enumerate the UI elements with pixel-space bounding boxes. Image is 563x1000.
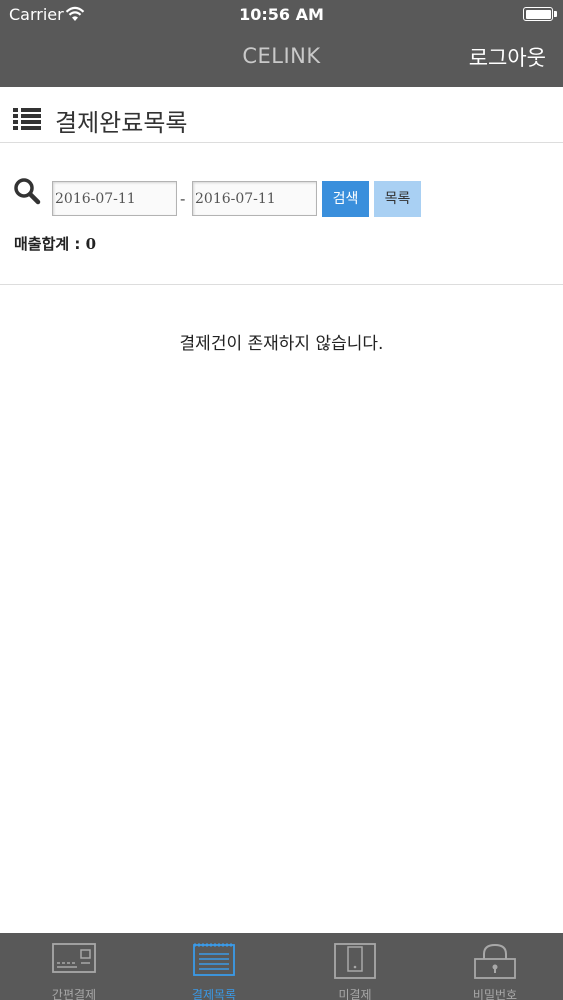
tab-payment-list[interactable]: 결제목록: [144, 933, 284, 1000]
lock-icon: [474, 943, 516, 979]
list-button[interactable]: 목록: [374, 181, 421, 217]
divider: [0, 284, 563, 285]
date-from-input[interactable]: [52, 181, 177, 216]
tab-label: 결제목록: [191, 988, 237, 1000]
search-icon: [14, 178, 41, 205]
page-title-bar: 결제완료목록: [0, 88, 563, 143]
search-button[interactable]: 검색: [322, 181, 369, 217]
tab-label: 비밀번호: [472, 988, 518, 1000]
tab-unpaid[interactable]: 미결제: [285, 933, 425, 1000]
list-icon: [13, 108, 41, 130]
header: Carrier 10:56 AM CELINK 로그아웃: [0, 0, 563, 87]
battery-icon: [523, 7, 553, 21]
receipt-list-icon: [193, 943, 235, 976]
page-title: 결제완료목록: [55, 109, 188, 137]
sales-total-label: 매출합계 :: [14, 235, 86, 253]
date-separator: -: [180, 190, 186, 208]
status-time: 10:56 AM: [239, 5, 324, 24]
sales-total-value: 0: [85, 235, 97, 253]
sales-total: 매출합계 : 0: [14, 233, 96, 254]
tab-password[interactable]: 비밀번호: [425, 933, 563, 1000]
battery-tip: [554, 11, 557, 17]
tablet-icon: [334, 943, 376, 979]
empty-message: 결제건이 존재하지 않습니다.: [179, 334, 384, 354]
tab-label: 미결제: [338, 988, 372, 1000]
logout-button[interactable]: 로그아웃: [469, 42, 546, 72]
card-terminal-icon: [52, 943, 96, 973]
status-bar: Carrier 10:56 AM: [0, 0, 563, 28]
date-to-input[interactable]: [192, 181, 317, 216]
tab-simple-payment[interactable]: 간편결제: [4, 933, 144, 1000]
tab-bar: 간편결제 결제목록 미결제 비밀번호: [0, 933, 563, 1000]
tab-label: 간편결제: [51, 988, 97, 1000]
